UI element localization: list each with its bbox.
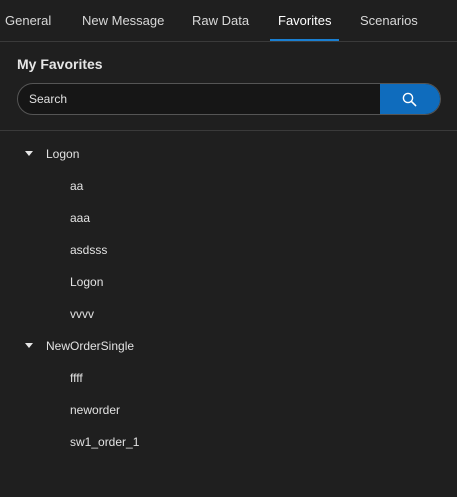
- tree-item-label: sw1_order_1: [70, 435, 140, 449]
- tree-item[interactable]: aa: [0, 170, 457, 202]
- tree-item-label: vvvv: [70, 307, 94, 321]
- tab-favorites-label: Favorites: [278, 13, 332, 28]
- tree-item[interactable]: neworder: [0, 394, 457, 426]
- favorites-panel: General New Message Raw Data Favorites S…: [0, 0, 457, 497]
- search-box: [17, 83, 441, 115]
- tree-group-label: NewOrderSingle: [46, 339, 135, 353]
- search-input[interactable]: [18, 84, 382, 114]
- tree-item[interactable]: asdsss: [0, 234, 457, 266]
- section-title: My Favorites: [17, 56, 103, 72]
- tab-new-message[interactable]: New Message: [82, 0, 164, 41]
- tree-item[interactable]: vvvv: [0, 298, 457, 330]
- caret-down-icon[interactable]: [25, 343, 33, 348]
- tree-item[interactable]: sw1_order_1: [0, 426, 457, 458]
- search-button[interactable]: [380, 84, 440, 114]
- tab-general[interactable]: General: [5, 0, 51, 41]
- tree-item-label: ffff: [70, 371, 83, 385]
- tab-scenarios[interactable]: Scenarios: [360, 0, 418, 41]
- tab-favorites[interactable]: Favorites: [270, 0, 340, 41]
- tab-bar: General New Message Raw Data Favorites S…: [0, 0, 457, 42]
- caret-down-icon[interactable]: [25, 151, 33, 156]
- tree-item[interactable]: Logon: [0, 266, 457, 298]
- tree-item-label: neworder: [70, 403, 121, 417]
- tree-group-label: Logon: [46, 147, 80, 161]
- tab-raw-data[interactable]: Raw Data: [192, 0, 249, 41]
- tree-item-label: Logon: [70, 275, 104, 289]
- tree-group-logon[interactable]: Logon: [0, 138, 457, 170]
- tree-item[interactable]: ffff: [0, 362, 457, 394]
- divider: [0, 130, 457, 131]
- tree-group-neworder-single[interactable]: NewOrderSingle: [0, 330, 457, 362]
- tree-item-label: aa: [70, 179, 84, 193]
- favorites-tree: Logon aa aaa asdsss Logon vvvv NewOrderS…: [0, 138, 457, 458]
- tree-item-label: aaa: [70, 211, 91, 225]
- tree-item-label: asdsss: [70, 243, 108, 257]
- tree-item[interactable]: aaa: [0, 202, 457, 234]
